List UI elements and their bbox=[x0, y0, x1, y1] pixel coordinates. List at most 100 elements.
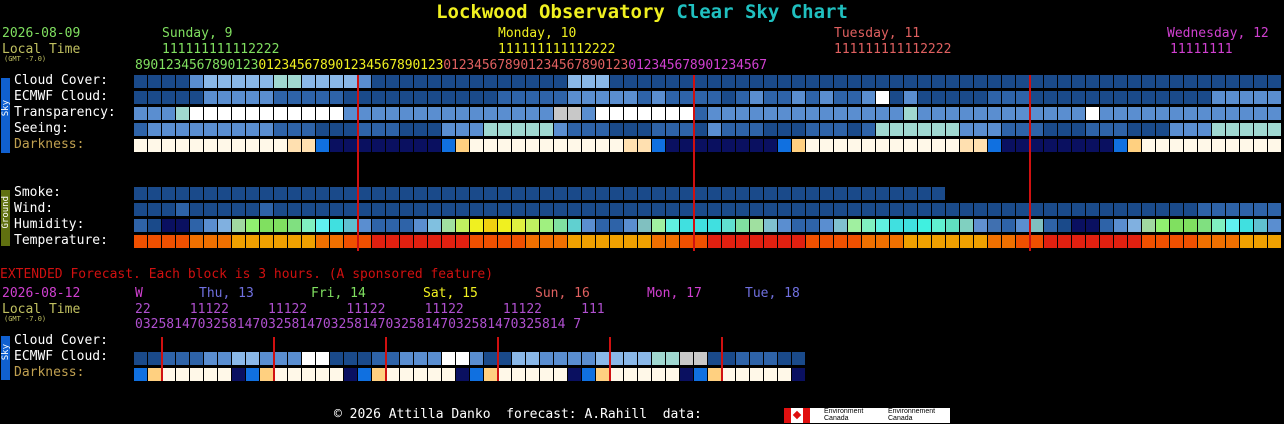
darkness-cell[interactable] bbox=[694, 139, 707, 152]
transparency-cell[interactable] bbox=[274, 107, 287, 120]
temperature-cell[interactable] bbox=[722, 235, 735, 248]
transparency-cell[interactable] bbox=[526, 107, 539, 120]
cloud-cover-cell[interactable] bbox=[750, 75, 763, 88]
transparency-cell[interactable] bbox=[1142, 107, 1155, 120]
extended-ecmwf-cell[interactable] bbox=[134, 352, 147, 365]
darkness-cell[interactable] bbox=[148, 139, 161, 152]
seeing-cell[interactable] bbox=[260, 123, 273, 136]
cloud-cover-cell[interactable] bbox=[246, 75, 259, 88]
wind-cell[interactable] bbox=[246, 203, 259, 216]
wind-cell[interactable] bbox=[960, 203, 973, 216]
darkness-cell[interactable] bbox=[890, 139, 903, 152]
humidity-cell[interactable] bbox=[1114, 219, 1127, 232]
wind-cell[interactable] bbox=[862, 203, 875, 216]
ecmwf-cloud-cell[interactable] bbox=[848, 91, 861, 104]
cloud-cover-cell[interactable] bbox=[400, 75, 413, 88]
darkness-cell[interactable] bbox=[918, 139, 931, 152]
wind-cell[interactable] bbox=[330, 203, 343, 216]
ecmwf-cloud-cell[interactable] bbox=[694, 91, 707, 104]
cloud-cover-cell[interactable] bbox=[498, 75, 511, 88]
cloud-cover-cell[interactable] bbox=[134, 75, 147, 88]
smoke-cell[interactable] bbox=[134, 187, 147, 200]
transparency-cell[interactable] bbox=[708, 107, 721, 120]
cloud-cover-cell[interactable] bbox=[904, 75, 917, 88]
temperature-cell[interactable] bbox=[554, 235, 567, 248]
darkness-cell[interactable] bbox=[190, 139, 203, 152]
extended-ecmwf-cell[interactable] bbox=[232, 352, 245, 365]
transparency-cell[interactable] bbox=[680, 107, 693, 120]
darkness-cell[interactable] bbox=[358, 139, 371, 152]
ecmwf-cloud-cell[interactable] bbox=[1016, 91, 1029, 104]
wind-cell[interactable] bbox=[232, 203, 245, 216]
ecmwf-cloud-cell[interactable] bbox=[1156, 91, 1169, 104]
transparency-cell[interactable] bbox=[176, 107, 189, 120]
humidity-cell[interactable] bbox=[988, 219, 1001, 232]
humidity-cell[interactable] bbox=[596, 219, 609, 232]
humidity-cell[interactable] bbox=[512, 219, 525, 232]
smoke-cell[interactable] bbox=[638, 187, 651, 200]
temperature-cell[interactable] bbox=[428, 235, 441, 248]
transparency-cell[interactable] bbox=[778, 107, 791, 120]
extended-darkness-cell[interactable] bbox=[246, 368, 259, 381]
transparency-cell[interactable] bbox=[792, 107, 805, 120]
wind-cell[interactable] bbox=[512, 203, 525, 216]
humidity-cell[interactable] bbox=[1268, 219, 1281, 232]
seeing-cell[interactable] bbox=[974, 123, 987, 136]
humidity-cell[interactable] bbox=[638, 219, 651, 232]
transparency-cell[interactable] bbox=[610, 107, 623, 120]
extended-darkness-cell[interactable] bbox=[596, 368, 609, 381]
ecmwf-cloud-cell[interactable] bbox=[708, 91, 721, 104]
extended-ecmwf-cell[interactable] bbox=[736, 352, 749, 365]
temperature-cell[interactable] bbox=[330, 235, 343, 248]
wind-cell[interactable] bbox=[778, 203, 791, 216]
temperature-cell[interactable] bbox=[1002, 235, 1015, 248]
cloud-cover-cell[interactable] bbox=[1254, 75, 1267, 88]
darkness-cell[interactable] bbox=[218, 139, 231, 152]
temperature-cell[interactable] bbox=[960, 235, 973, 248]
temperature-cell[interactable] bbox=[946, 235, 959, 248]
seeing-cell[interactable] bbox=[372, 123, 385, 136]
cloud-cover-cell[interactable] bbox=[1184, 75, 1197, 88]
humidity-cell[interactable] bbox=[316, 219, 329, 232]
wind-cell[interactable] bbox=[1240, 203, 1253, 216]
smoke-cell[interactable] bbox=[372, 187, 385, 200]
extended-ecmwf-cell[interactable] bbox=[596, 352, 609, 365]
darkness-cell[interactable] bbox=[302, 139, 315, 152]
seeing-cell[interactable] bbox=[694, 123, 707, 136]
ecmwf-cloud-cell[interactable] bbox=[1198, 91, 1211, 104]
seeing-cell[interactable] bbox=[946, 123, 959, 136]
extended-ecmwf-cell[interactable] bbox=[190, 352, 203, 365]
extended-sky-tab[interactable]: Sky bbox=[1, 336, 11, 380]
environment-canada-logo[interactable]: Environment Canada Environnement Canada bbox=[784, 408, 950, 423]
temperature-cell[interactable] bbox=[512, 235, 525, 248]
wind-cell[interactable] bbox=[1002, 203, 1015, 216]
smoke-cell[interactable] bbox=[624, 187, 637, 200]
seeing-cell[interactable] bbox=[1044, 123, 1057, 136]
darkness-cell[interactable] bbox=[624, 139, 637, 152]
cloud-cover-cell[interactable] bbox=[554, 75, 567, 88]
extended-ecmwf-cell[interactable] bbox=[246, 352, 259, 365]
temperature-cell[interactable] bbox=[974, 235, 987, 248]
cloud-cover-cell[interactable] bbox=[1086, 75, 1099, 88]
seeing-cell[interactable] bbox=[344, 123, 357, 136]
wind-cell[interactable] bbox=[400, 203, 413, 216]
humidity-cell[interactable] bbox=[232, 219, 245, 232]
smoke-cell[interactable] bbox=[862, 187, 875, 200]
extended-darkness-cell[interactable] bbox=[610, 368, 623, 381]
wind-cell[interactable] bbox=[1226, 203, 1239, 216]
seeing-cell[interactable] bbox=[1212, 123, 1225, 136]
seeing-cell[interactable] bbox=[652, 123, 665, 136]
transparency-cell[interactable] bbox=[414, 107, 427, 120]
extended-ecmwf-cell[interactable] bbox=[750, 352, 763, 365]
ecmwf-cloud-cell[interactable] bbox=[1226, 91, 1239, 104]
seeing-cell[interactable] bbox=[932, 123, 945, 136]
smoke-cell[interactable] bbox=[260, 187, 273, 200]
smoke-cell[interactable] bbox=[456, 187, 469, 200]
extended-darkness-cell[interactable] bbox=[652, 368, 665, 381]
cloud-cover-cell[interactable] bbox=[260, 75, 273, 88]
transparency-cell[interactable] bbox=[1086, 107, 1099, 120]
temperature-cell[interactable] bbox=[484, 235, 497, 248]
temperature-cell[interactable] bbox=[260, 235, 273, 248]
smoke-cell[interactable] bbox=[554, 187, 567, 200]
ecmwf-cloud-cell[interactable] bbox=[764, 91, 777, 104]
